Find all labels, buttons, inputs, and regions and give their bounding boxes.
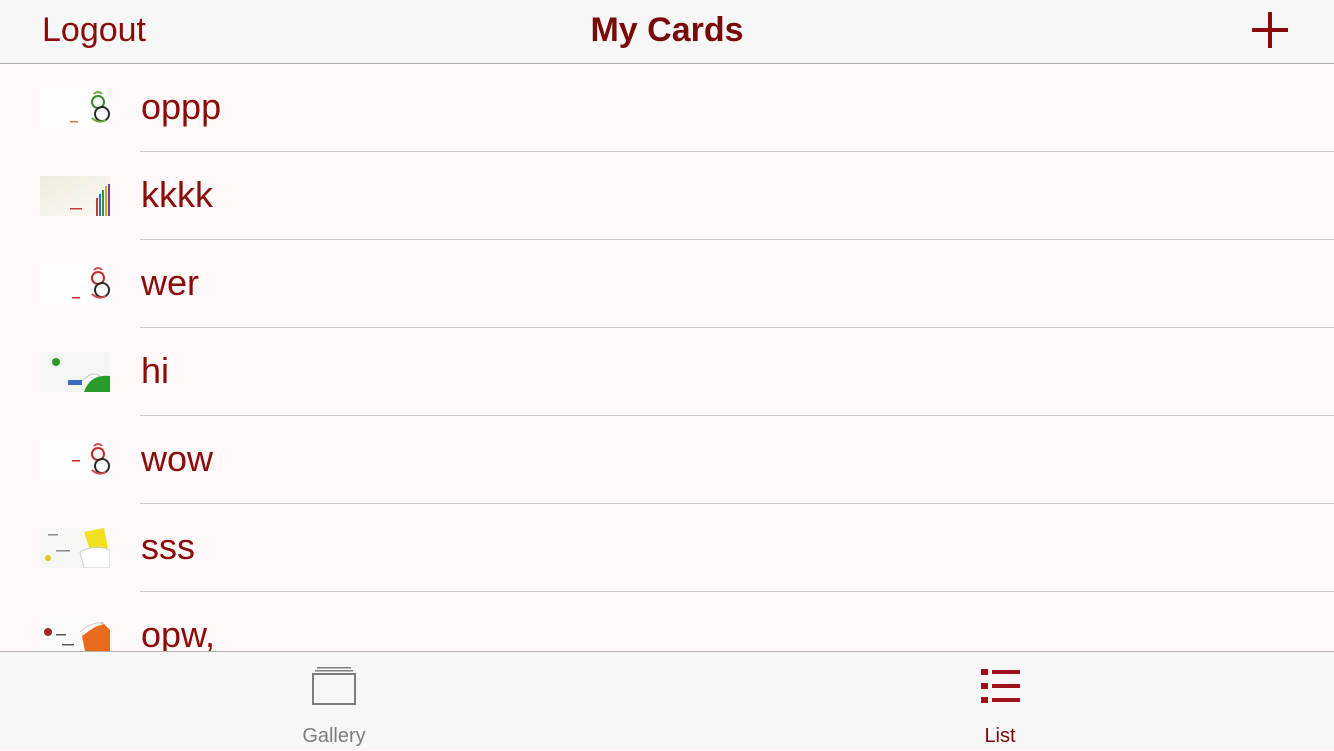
- add-card-button[interactable]: [1248, 8, 1292, 52]
- card-name: wer: [141, 262, 200, 303]
- card-name: kkkk: [141, 174, 213, 215]
- card-thumbnail: [40, 352, 110, 392]
- card-row[interactable]: oppp: [0, 64, 1334, 152]
- card-thumbnail: [40, 176, 110, 216]
- tab-list-label: List: [984, 725, 1016, 747]
- card-thumbnail: [40, 528, 110, 568]
- card-row[interactable]: opw,: [0, 592, 1334, 651]
- card-thumbnail: [40, 616, 110, 651]
- tab-gallery[interactable]: Gallery: [234, 652, 434, 751]
- card-name: hi: [141, 350, 170, 391]
- card-row[interactable]: hi: [0, 328, 1334, 416]
- card-row[interactable]: sss: [0, 504, 1334, 592]
- card-thumbnail: [40, 88, 110, 128]
- tab-bar: Gallery List: [0, 651, 1334, 750]
- card-name: opw,: [141, 614, 216, 651]
- list-icon: [981, 669, 1020, 703]
- page-title: My Cards: [590, 11, 744, 49]
- card-name: wow: [141, 438, 214, 479]
- card-name: sss: [141, 526, 195, 567]
- card-list[interactable]: oppp kkkk wer hi wow sss opw,: [0, 64, 1334, 651]
- card-row[interactable]: wer: [0, 240, 1334, 328]
- card-row[interactable]: wow: [0, 416, 1334, 504]
- card-row[interactable]: kkkk: [0, 152, 1334, 240]
- gallery-icon: [312, 667, 356, 705]
- card-name: oppp: [141, 86, 222, 127]
- plus-icon: [1252, 12, 1288, 48]
- tab-gallery-label: Gallery: [302, 725, 366, 747]
- card-thumbnail: [40, 264, 110, 304]
- tab-list[interactable]: List: [900, 652, 1100, 751]
- logout-button[interactable]: Logout: [42, 10, 146, 50]
- navigation-bar: Logout My Cards: [0, 0, 1334, 64]
- card-thumbnail: [40, 440, 110, 480]
